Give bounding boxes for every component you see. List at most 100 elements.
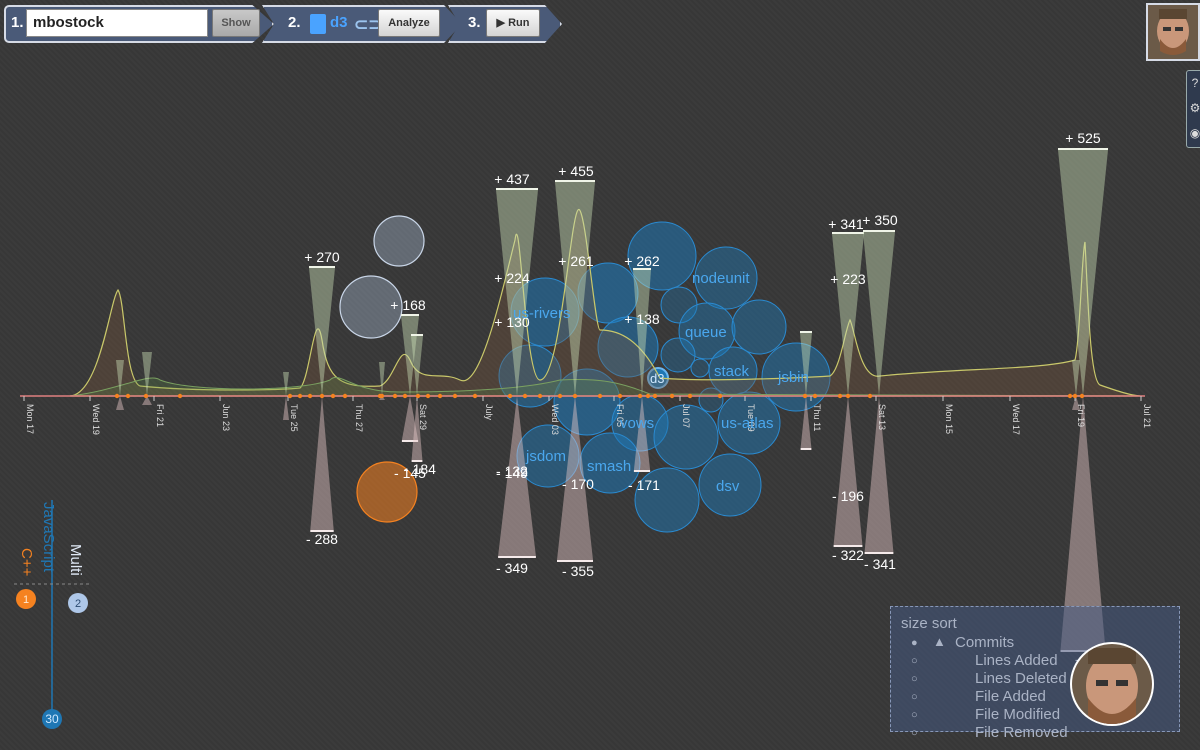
commit-marker[interactable]	[437, 393, 443, 399]
deletions-label: - 171	[628, 477, 660, 493]
sort-option-label: Lines Deleted	[975, 670, 1067, 687]
commit-marker[interactable]	[507, 393, 513, 399]
commit-marker[interactable]	[522, 393, 528, 399]
commit-marker[interactable]	[1072, 393, 1078, 399]
sort-option-label: File Modified	[975, 706, 1061, 723]
commit-marker[interactable]	[845, 393, 851, 399]
repo-label-nodeunit[interactable]: nodeunit	[692, 270, 750, 287]
commit-marker[interactable]	[330, 393, 336, 399]
commit-marker[interactable]	[652, 393, 658, 399]
commit-marker[interactable]	[177, 393, 183, 399]
deletions-cone[interactable]	[310, 396, 334, 530]
repo-label-stack[interactable]: stack	[714, 363, 750, 380]
timeline-tick-label: Thu 27	[354, 404, 364, 432]
timeline-tick-label: Fri 19	[1076, 404, 1086, 427]
commit-marker[interactable]	[557, 393, 563, 399]
timeline-tick-label: Wed 17	[1011, 404, 1021, 435]
additions-label: + 341	[828, 216, 864, 232]
repo-label-dsv[interactable]: dsv	[716, 478, 740, 495]
repo-label-d3[interactable]: d3	[650, 371, 664, 386]
repo-label-jsbin[interactable]: jsbin	[777, 369, 809, 386]
timeline-tick-label: Wed 19	[91, 404, 101, 435]
radio-icon: ○	[911, 673, 918, 685]
sort-option-label: File Removed	[975, 724, 1068, 741]
commit-marker[interactable]	[687, 393, 693, 399]
deletions-label: - 184	[404, 461, 436, 477]
commit-marker[interactable]	[867, 393, 873, 399]
repo-label-jsdom[interactable]: jsdom	[525, 448, 566, 465]
commit-marker[interactable]	[669, 393, 675, 399]
repo-bubble[interactable]	[373, 215, 425, 267]
commit-marker[interactable]	[307, 393, 313, 399]
commit-marker[interactable]	[1067, 393, 1073, 399]
commit-marker[interactable]	[837, 393, 843, 399]
deletions-label: - 170	[562, 476, 594, 492]
sort-option-label: Lines Added	[975, 652, 1058, 669]
repo-label-smash[interactable]: smash	[587, 458, 631, 475]
repo-label-queue[interactable]: queue	[685, 324, 727, 341]
timeline-tick-label: Mon 15	[944, 404, 954, 434]
language-label-multi[interactable]: Multi	[67, 544, 84, 576]
commit-marker[interactable]	[645, 393, 651, 399]
timeline-tick-label: Thu 11	[812, 404, 822, 431]
additions-label: + 168	[390, 297, 426, 313]
commit-marker[interactable]	[572, 393, 578, 399]
language-count-js-text: 30	[45, 712, 59, 726]
timeline-tick-label: Tue 25	[289, 404, 299, 432]
language-count-cpp-text: 1	[23, 594, 29, 606]
commit-marker[interactable]	[1079, 393, 1085, 399]
radio-icon: ○	[911, 655, 918, 667]
commit-marker[interactable]	[392, 393, 398, 399]
deletions-cone[interactable]	[833, 396, 863, 545]
commit-marker[interactable]	[802, 393, 808, 399]
repo-bubble[interactable]	[690, 358, 710, 378]
commit-marker[interactable]	[415, 393, 421, 399]
sort-option-file-removed[interactable]: ○ File Removed	[911, 724, 1071, 745]
additions-label: + 350	[862, 212, 898, 228]
commit-marker[interactable]	[319, 393, 325, 399]
deletions-label: - 149	[496, 465, 528, 481]
commit-marker[interactable]	[637, 393, 643, 399]
commit-marker[interactable]	[297, 393, 303, 399]
commit-marker[interactable]	[143, 393, 149, 399]
repo-bubble[interactable]	[731, 299, 787, 355]
deletions-label: - 355	[562, 563, 594, 579]
commit-marker[interactable]	[537, 393, 543, 399]
repo-label-us-atlas[interactable]: us-atlas	[721, 415, 774, 432]
timeline-tick-label: Sat 13	[877, 404, 887, 430]
triangle-up-icon: ▲	[933, 634, 946, 649]
timeline-tick-label: Sat 29	[418, 404, 428, 430]
commit-marker[interactable]	[379, 393, 385, 399]
timeline-tick-label: July	[484, 404, 494, 421]
timeline-tick-label: Mon 17	[25, 404, 35, 434]
deletions-label: - 322	[832, 547, 864, 563]
language-label-cpp[interactable]: C++	[18, 548, 35, 577]
avatar-face-icon	[1072, 644, 1152, 724]
commit-marker[interactable]	[125, 393, 131, 399]
commit-marker[interactable]	[812, 393, 818, 399]
repo-label-vows[interactable]: vows	[620, 415, 654, 432]
contributor-avatar[interactable]	[1070, 642, 1154, 726]
deletions-label: - 196	[832, 488, 864, 504]
repo-label-us-rivers[interactable]: us-rivers	[513, 305, 571, 322]
repo-bubble[interactable]	[660, 337, 696, 373]
radio-icon: ○	[911, 691, 918, 703]
additions-cone[interactable]	[1058, 150, 1108, 396]
commit-marker[interactable]	[617, 393, 623, 399]
language-label-js[interactable]: JavaScript	[40, 502, 57, 573]
commit-marker[interactable]	[597, 393, 603, 399]
additions-label: + 455	[558, 163, 594, 179]
commit-marker[interactable]	[472, 393, 478, 399]
commit-marker[interactable]	[452, 393, 458, 399]
additions-label: + 525	[1065, 130, 1101, 146]
sort-option-label: File Added	[975, 688, 1046, 705]
commit-marker[interactable]	[717, 393, 723, 399]
commit-marker[interactable]	[287, 393, 293, 399]
additions-label: + 262	[624, 253, 660, 269]
commit-marker[interactable]	[342, 393, 348, 399]
commit-marker[interactable]	[425, 393, 431, 399]
commit-marker[interactable]	[402, 393, 408, 399]
additions-label: + 223	[830, 271, 866, 287]
commit-marker[interactable]	[114, 393, 120, 399]
size-sort-title: size sort	[901, 615, 957, 632]
